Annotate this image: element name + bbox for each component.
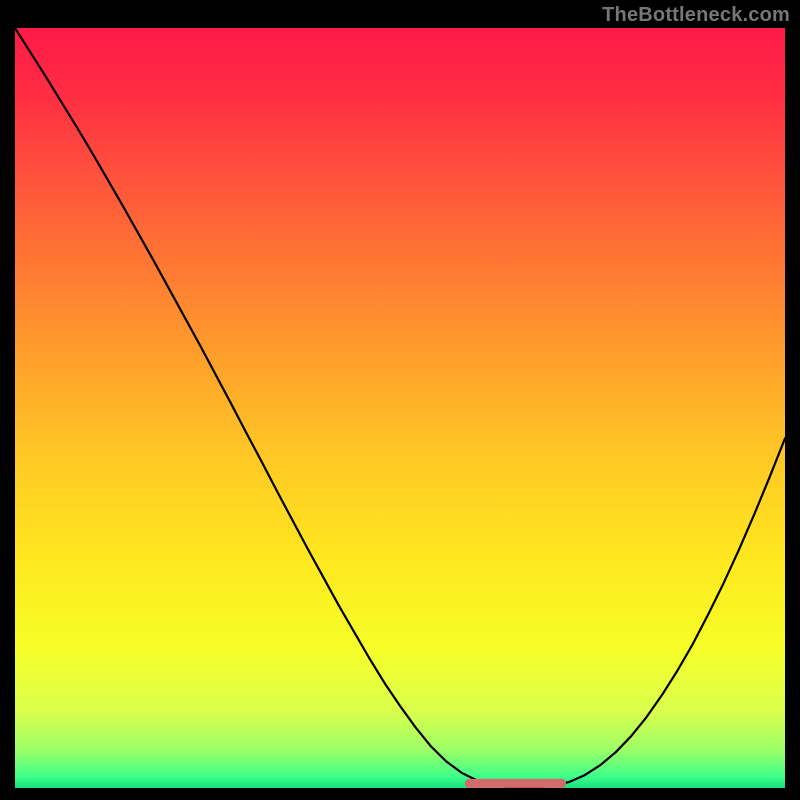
watermark-text: TheBottleneck.com [602, 4, 790, 27]
chart-container: TheBottleneck.com [0, 0, 800, 800]
chart-svg [15, 28, 785, 788]
plot-background [15, 28, 785, 788]
